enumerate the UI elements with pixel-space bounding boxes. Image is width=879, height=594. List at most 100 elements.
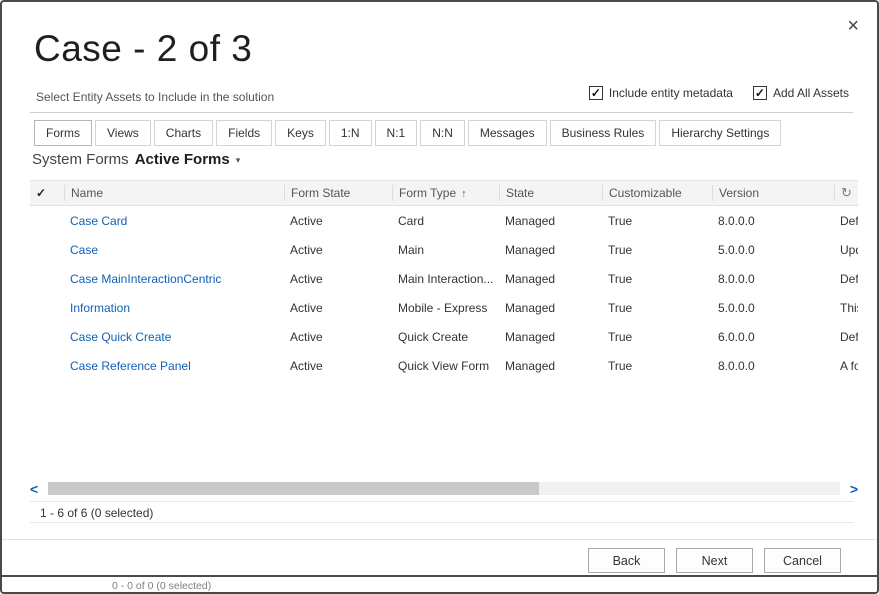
checkbox-checked-icon: ✓: [753, 86, 767, 100]
form-state-cell: Active: [284, 272, 392, 286]
scrollbar-thumb[interactable]: [48, 482, 539, 495]
close-icon[interactable]: ×: [847, 16, 859, 36]
state-cell: Managed: [499, 272, 602, 286]
next-button[interactable]: Next: [676, 548, 753, 573]
form-name-link[interactable]: Information: [64, 301, 284, 315]
cancel-button[interactable]: Cancel: [764, 548, 841, 573]
tab-forms[interactable]: Forms: [34, 120, 92, 146]
table-row[interactable]: Case Reference Panel Active Quick View F…: [30, 351, 858, 380]
tab-keys[interactable]: Keys: [275, 120, 326, 146]
tab-hierarchy-settings[interactable]: Hierarchy Settings: [659, 120, 781, 146]
checkbox-label: Add All Assets: [773, 86, 849, 100]
forms-view-selector: System Forms Active Forms ▾: [32, 151, 240, 168]
form-name-link[interactable]: Case: [64, 243, 284, 257]
tab-n-to-n[interactable]: N:N: [420, 120, 465, 146]
scroll-left-icon[interactable]: <: [30, 481, 48, 497]
tab-views[interactable]: Views: [95, 120, 151, 146]
wizard-buttons: Back Next Cancel: [588, 548, 841, 573]
background-window: 0 - 0 of 0 (0 selected): [2, 577, 877, 592]
state-cell: Managed: [499, 243, 602, 257]
version-cell: 5.0.0.0: [712, 243, 834, 257]
description-cell: This: [834, 301, 858, 315]
customizable-cell: True: [602, 301, 712, 315]
header-divider: [30, 112, 853, 113]
form-name-link[interactable]: Case Quick Create: [64, 330, 284, 344]
form-type-cell: Main: [392, 243, 499, 257]
filter-label: System Forms: [32, 151, 129, 168]
form-name-link[interactable]: Case MainInteractionCentric: [64, 272, 284, 286]
state-cell: Managed: [499, 330, 602, 344]
form-type-cell: Card: [392, 214, 499, 228]
customizable-cell: True: [602, 243, 712, 257]
column-header-label: Form Type: [399, 186, 456, 200]
tab-n-to-1[interactable]: N:1: [375, 120, 418, 146]
column-header-state[interactable]: State: [499, 185, 602, 201]
form-type-cell: Quick Create: [392, 330, 499, 344]
column-header-version[interactable]: Version: [712, 185, 834, 201]
form-type-cell: Mobile - Express: [392, 301, 499, 315]
scroll-right-icon[interactable]: >: [840, 481, 858, 497]
state-cell: Managed: [499, 301, 602, 315]
forms-grid: ✓ Name Form State Form Type↑ State Custo…: [30, 180, 858, 380]
version-cell: 5.0.0.0: [712, 301, 834, 315]
description-cell: A fo: [834, 359, 858, 373]
refresh-icon: ↻: [841, 185, 852, 200]
description-cell: Def: [834, 272, 858, 286]
metadata-options: ✓ Include entity metadata ✓ Add All Asse…: [589, 86, 849, 100]
tab-business-rules[interactable]: Business Rules: [550, 120, 657, 146]
page-title: Case - 2 of 3: [34, 28, 252, 70]
tab-fields[interactable]: Fields: [216, 120, 272, 146]
checkbox-checked-icon: ✓: [589, 86, 603, 100]
tab-1-to-n[interactable]: 1:N: [329, 120, 372, 146]
description-cell: Def: [834, 214, 858, 228]
state-cell: Managed: [499, 214, 602, 228]
chevron-down-icon[interactable]: ▾: [236, 153, 241, 166]
footer-divider: [2, 539, 877, 540]
tab-charts[interactable]: Charts: [154, 120, 213, 146]
table-row[interactable]: Case Card Active Card Managed True 8.0.0…: [30, 206, 858, 235]
back-button[interactable]: Back: [588, 548, 665, 573]
form-name-link[interactable]: Case Reference Panel: [64, 359, 284, 373]
state-cell: Managed: [499, 359, 602, 373]
scrollbar-track[interactable]: [48, 482, 840, 495]
column-header-form-type[interactable]: Form Type↑: [392, 185, 499, 201]
form-name-link[interactable]: Case Card: [64, 214, 284, 228]
view-dropdown[interactable]: Active Forms: [135, 151, 230, 168]
record-count-status: 1 - 6 of 6 (0 selected): [30, 501, 854, 523]
select-all-header[interactable]: ✓: [30, 185, 64, 201]
tab-messages[interactable]: Messages: [468, 120, 547, 146]
version-cell: 6.0.0.0: [712, 330, 834, 344]
checkbox-label: Include entity metadata: [609, 86, 733, 100]
version-cell: 8.0.0.0: [712, 359, 834, 373]
include-entity-metadata-checkbox[interactable]: ✓ Include entity metadata: [589, 86, 733, 100]
form-type-cell: Quick View Form: [392, 359, 499, 373]
page-subtitle: Select Entity Assets to Include in the s…: [36, 90, 274, 104]
add-all-assets-checkbox[interactable]: ✓ Add All Assets: [753, 86, 849, 100]
form-state-cell: Active: [284, 330, 392, 344]
form-state-cell: Active: [284, 301, 392, 315]
form-state-cell: Active: [284, 359, 392, 373]
description-cell: Upd: [834, 243, 858, 257]
column-header-description[interactable]: ↻: [834, 185, 858, 201]
form-type-cell: Main Interaction...: [392, 272, 499, 286]
column-header-customizable[interactable]: Customizable: [602, 185, 712, 201]
asset-type-tabs: Forms Views Charts Fields Keys 1:N N:1 N…: [34, 120, 781, 146]
horizontal-scrollbar: < >: [30, 481, 858, 496]
table-row[interactable]: Case MainInteractionCentric Active Main …: [30, 264, 858, 293]
column-header-name[interactable]: Name: [64, 185, 284, 201]
form-state-cell: Active: [284, 243, 392, 257]
customizable-cell: True: [602, 214, 712, 228]
customizable-cell: True: [602, 359, 712, 373]
description-cell: Def: [834, 330, 858, 344]
customizable-cell: True: [602, 330, 712, 344]
background-record-count: 0 - 0 of 0 (0 selected): [112, 580, 211, 592]
version-cell: 8.0.0.0: [712, 272, 834, 286]
table-row[interactable]: Case Quick Create Active Quick Create Ma…: [30, 322, 858, 351]
solution-asset-dialog: × Case - 2 of 3 Select Entity Assets to …: [0, 0, 879, 594]
table-row[interactable]: Information Active Mobile - Express Mana…: [30, 293, 858, 322]
column-header-form-state[interactable]: Form State: [284, 185, 392, 201]
customizable-cell: True: [602, 272, 712, 286]
form-state-cell: Active: [284, 214, 392, 228]
table-row[interactable]: Case Active Main Managed True 5.0.0.0 Up…: [30, 235, 858, 264]
version-cell: 8.0.0.0: [712, 214, 834, 228]
